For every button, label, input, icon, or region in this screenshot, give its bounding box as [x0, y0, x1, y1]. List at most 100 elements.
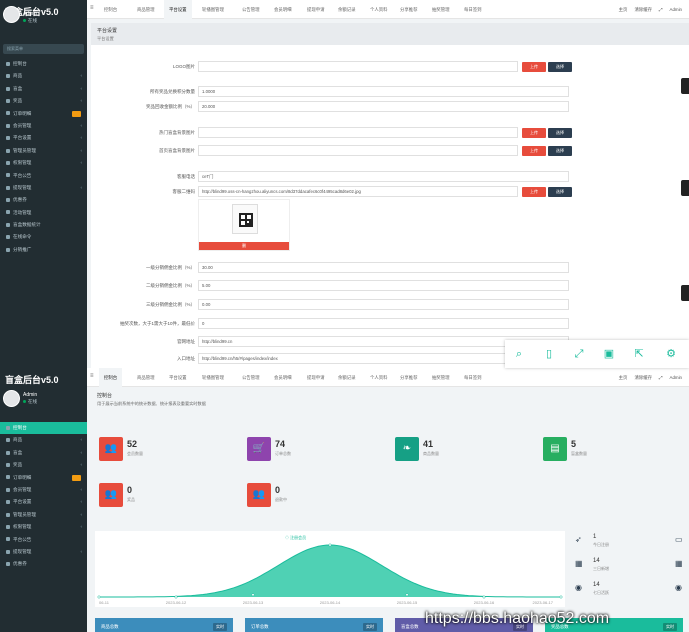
share-icon[interactable]: ⇱ [631, 346, 647, 362]
tab-item[interactable]: 轮播图管理 [197, 368, 229, 387]
float-widget-icon[interactable] [681, 180, 689, 196]
tab-item[interactable]: 个人资料 [365, 0, 393, 19]
search-icon[interactable]: ⌕ [511, 346, 527, 362]
sidebar-item[interactable]: 平台公告 [0, 170, 87, 182]
sidebar-item[interactable]: 订单明细 [0, 108, 87, 120]
menu-toggle-icon[interactable]: ≡ [90, 373, 96, 379]
tab-item[interactable]: 公告管理 [237, 0, 265, 19]
clear-cache-button[interactable]: 清除缓存 [634, 7, 652, 12]
upload-button[interactable]: 上传 [522, 187, 546, 197]
float-widget-icon[interactable] [681, 285, 689, 301]
upload-button[interactable]: 上传 [522, 62, 546, 72]
sidebar-item[interactable]: 管理员管理 ‹ [0, 145, 87, 157]
upload-button[interactable]: 上传 [522, 146, 546, 156]
sidebar-item[interactable]: 在线命令 [0, 231, 87, 243]
tab-item[interactable]: 商品管理 [132, 0, 160, 19]
form-input[interactable]: 20.000 [198, 101, 569, 112]
sidebar-item[interactable]: 盲盒 ‹ [0, 447, 87, 459]
tab-item[interactable]: 每日签到 [459, 368, 487, 387]
save-icon[interactable]: ▣ [601, 346, 617, 362]
choose-button[interactable]: 选择 [548, 62, 572, 72]
tab-item[interactable]: 控制台 [99, 0, 122, 19]
sidebar-item[interactable]: 平台公告 [0, 534, 87, 546]
sidebar-item[interactable]: 管理员管理 ‹ [0, 509, 87, 521]
tab-item[interactable]: 轮播图管理 [197, 0, 229, 19]
choose-button[interactable]: 选择 [548, 128, 572, 138]
sidebar-item[interactable]: 会员管理 ‹ [0, 484, 87, 496]
form-input[interactable]: 1.0000 [198, 86, 569, 97]
clear-cache-button[interactable]: 清除缓存 [634, 375, 652, 380]
expand-icon[interactable]: ⤢ [571, 346, 587, 362]
sidebar-item[interactable]: 商品 ‹ [0, 434, 87, 446]
fullscreen-icon[interactable]: ⤢ [659, 375, 663, 380]
form-input[interactable] [198, 127, 518, 138]
fullscreen-icon[interactable]: ⤢ [659, 7, 663, 12]
sidebar-item[interactable]: 优惠券 [0, 194, 87, 206]
tab-item[interactable]: 分享推荐 [395, 0, 423, 19]
data-point[interactable] [328, 543, 332, 547]
float-widget-icon[interactable] [681, 78, 689, 94]
tab-item[interactable]: 余额记录 [333, 0, 361, 19]
delete-image-button[interactable]: 删 [199, 242, 289, 250]
sidebar-item[interactable]: 活动管理 [0, 207, 87, 219]
upload-button[interactable]: 上传 [522, 128, 546, 138]
form-input[interactable]: 30.00 [198, 262, 569, 273]
sidebar-item[interactable]: 盲盒 ‹ [0, 83, 87, 95]
data-point[interactable] [405, 593, 409, 597]
tab-item[interactable]: 公告管理 [237, 368, 265, 387]
form-input[interactable]: 0.00 [198, 299, 569, 310]
tab-item[interactable]: 余额记录 [333, 368, 361, 387]
tab-item[interactable]: 商品管理 [132, 368, 160, 387]
sidebar-item[interactable]: 奖品 ‹ [0, 459, 87, 471]
choose-button[interactable]: 选择 [548, 187, 572, 197]
tab-item[interactable]: 提现申请 [302, 0, 330, 19]
mobile-icon[interactable]: ▯ [541, 346, 557, 362]
tab-item[interactable]: 抽奖管理 [427, 368, 455, 387]
form-input[interactable]: ceT门 [198, 171, 569, 182]
menu-toggle-icon[interactable]: ≡ [90, 5, 96, 11]
sidebar-item[interactable]: 分销推广 [0, 244, 87, 256]
data-point[interactable] [174, 595, 178, 599]
sidebar-item[interactable]: 平台设置 ‹ [0, 496, 87, 508]
form-input[interactable]: 5.00 [198, 280, 569, 291]
tab-item[interactable]: 会员明细 [269, 0, 297, 19]
gear-icon[interactable]: ⚙ [663, 346, 679, 362]
form-input[interactable]: 0 [198, 318, 569, 329]
sidebar-item[interactable]: 控制台 [0, 58, 87, 70]
tab-item[interactable]: 会员明细 [269, 368, 297, 387]
tab-item[interactable]: 平台设置 [164, 368, 192, 387]
tab-item[interactable]: 个人资料 [365, 368, 393, 387]
data-point[interactable] [559, 595, 563, 599]
sidebar-item[interactable]: 盲盒数据统计 [0, 219, 87, 231]
home-link[interactable]: 主页 [619, 375, 628, 380]
sidebar-item[interactable]: 商品 ‹ [0, 70, 87, 82]
admin-menu[interactable]: Admin [670, 7, 682, 12]
sidebar-item[interactable]: 优惠券 [0, 558, 87, 570]
form-input[interactable] [198, 61, 518, 72]
sidebar-item-label: 优惠券 [13, 197, 27, 203]
sidebar-item[interactable]: 会员管理 ‹ [0, 120, 87, 132]
tab-item[interactable]: 控制台 [99, 368, 123, 387]
data-point[interactable] [97, 595, 101, 599]
sidebar-item[interactable]: 权限管理 ‹ [0, 157, 87, 169]
admin-menu[interactable]: Admin [670, 375, 682, 380]
sidebar-item[interactable]: 控制台 [0, 422, 87, 435]
home-link[interactable]: 主页 [619, 7, 628, 12]
sidebar-item[interactable]: 提现管理 ‹ [0, 182, 87, 194]
data-point[interactable] [482, 595, 486, 599]
sidebar-search-input[interactable]: 搜索菜单 [3, 44, 84, 54]
choose-button[interactable]: 选择 [548, 146, 572, 156]
tab-item[interactable]: 平台设置 [164, 0, 192, 19]
tab-item[interactable]: 每日签到 [459, 0, 487, 19]
form-input[interactable] [198, 145, 518, 156]
data-point[interactable] [251, 593, 255, 597]
tab-item[interactable]: 分享推荐 [395, 368, 423, 387]
sidebar-item[interactable]: 订单明细 [0, 472, 87, 484]
tab-item[interactable]: 提现申请 [302, 368, 330, 387]
sidebar-item[interactable]: 提现管理 ‹ [0, 546, 87, 558]
sidebar-item[interactable]: 奖品 ‹ [0, 95, 87, 107]
sidebar-item[interactable]: 平台设置 ‹ [0, 132, 87, 144]
form-input[interactable]: http://blind99.oss-cn-hangzhou.aliyuncs.… [198, 186, 518, 197]
sidebar-item[interactable]: 权限管理 ‹ [0, 521, 87, 533]
tab-item[interactable]: 抽奖管理 [427, 0, 455, 19]
